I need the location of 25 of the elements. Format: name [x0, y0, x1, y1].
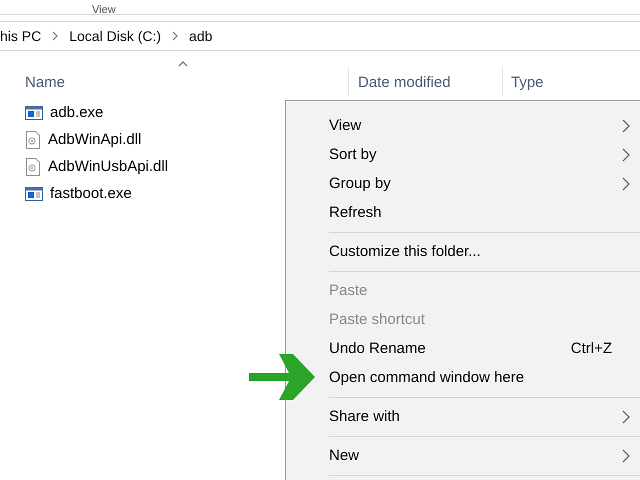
- application-icon: [25, 104, 43, 120]
- breadcrumb-item[interactable]: adb: [189, 28, 212, 44]
- file-name[interactable]: AdbWinUsbApi.dll: [48, 158, 168, 175]
- file-name[interactable]: adb.exe: [50, 104, 104, 121]
- menu-item[interactable]: Refresh: [329, 198, 640, 227]
- ribbon-tab[interactable]: View: [92, 4, 116, 16]
- menu-item[interactable]: Share with: [329, 402, 640, 431]
- column-header[interactable]: Type: [503, 67, 544, 95]
- menu-item[interactable]: Customize this folder...: [329, 237, 640, 266]
- address-bar[interactable]: his PC Local Disk (C:) adb: [0, 21, 640, 51]
- breadcrumb-item[interactable]: Local Disk (C:): [69, 28, 162, 44]
- menu-item[interactable]: Undo Rename Ctrl+Z: [329, 334, 640, 363]
- chevron-icon: [51, 31, 60, 41]
- menu-item[interactable]: View: [329, 111, 640, 140]
- menu-item[interactable]: Group by: [329, 169, 640, 198]
- file-name[interactable]: fastboot.exe: [50, 185, 132, 202]
- menu-item[interactable]: Sort by: [329, 140, 640, 169]
- breadcrumb-item[interactable]: his PC: [0, 28, 42, 44]
- menu-item[interactable]: Open command window here: [329, 363, 640, 392]
- application-icon: [25, 186, 43, 202]
- column-header[interactable]: Name: [0, 67, 349, 95]
- file-name[interactable]: AdbWinApi.dll: [48, 131, 142, 148]
- column-header[interactable]: Date modified: [349, 67, 503, 95]
- menu-item[interactable]: New: [329, 441, 640, 470]
- chevron-icon: [171, 31, 180, 41]
